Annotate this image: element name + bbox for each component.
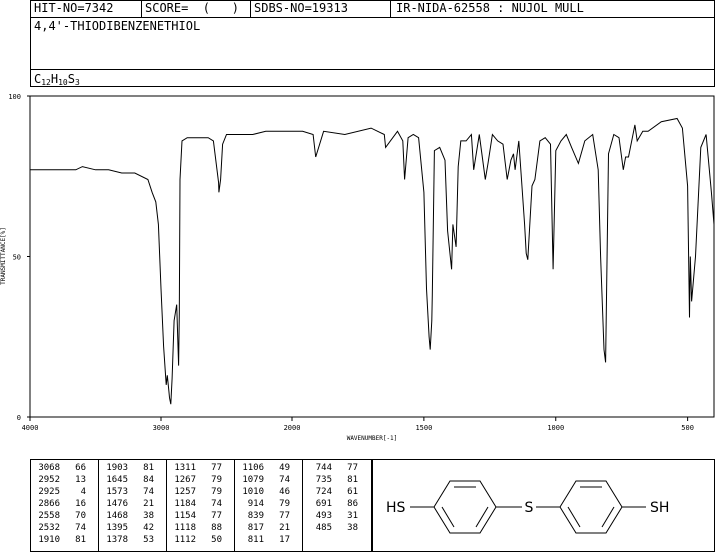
peak-column-divider	[302, 459, 303, 552]
peak-wavenumber: 914	[247, 499, 264, 509]
peak-transmittance: 81	[143, 463, 154, 473]
peak-wavenumber: 1378	[106, 535, 128, 545]
peak-transmittance: 31	[347, 511, 358, 521]
benzene-ring-right	[559, 480, 623, 534]
peak-wavenumber: 1079	[242, 475, 264, 485]
peak-wavenumber: 811	[247, 535, 264, 545]
peak-wavenumber: 3068	[38, 463, 60, 473]
peak-transmittance: 66	[75, 463, 86, 473]
peak-wavenumber: 493	[315, 511, 332, 521]
peak-transmittance: 17	[279, 535, 290, 545]
peak-transmittance: 70	[75, 511, 86, 521]
x-tick-label: 1000	[547, 424, 564, 432]
x-tick-label: 2000	[284, 424, 301, 432]
peak-wavenumber: 2558	[38, 511, 60, 521]
peak-wavenumber: 2952	[38, 475, 60, 485]
peak-wavenumber: 1010	[242, 487, 264, 497]
x-axis-ticks: 4000 3000 2000 1500 1000 500	[22, 417, 694, 432]
bridge-sulfur: S	[525, 500, 534, 516]
peak-transmittance: 88	[211, 523, 222, 533]
peak-wavenumber: 1154	[174, 511, 196, 521]
peak-transmittance: 4	[80, 487, 86, 497]
peak-column-divider	[234, 459, 235, 552]
y-tick-label: 50	[13, 254, 21, 262]
peak-wavenumber: 1112	[174, 535, 196, 545]
peak-transmittance: 74	[211, 499, 222, 509]
peak-transmittance: 79	[211, 475, 222, 485]
y-axis-ticks: 100 50 0	[8, 93, 30, 422]
peak-transmittance: 74	[75, 523, 86, 533]
peak-wavenumber: 839	[247, 511, 264, 521]
peak-transmittance: 74	[279, 475, 290, 485]
y-tick-label: 0	[17, 414, 21, 422]
peak-wavenumber: 485	[315, 523, 332, 533]
x-tick-label: 3000	[153, 424, 170, 432]
peak-wavenumber: 2532	[38, 523, 60, 533]
left-thiol-group: HS	[386, 500, 406, 516]
peak-transmittance: 74	[143, 487, 154, 497]
peak-transmittance: 81	[347, 475, 358, 485]
peak-wavenumber: 1257	[174, 487, 196, 497]
peak-transmittance: 49	[279, 463, 290, 473]
y-axis-label: TRANSMITTANCE[%]	[0, 227, 7, 285]
peak-transmittance: 77	[347, 463, 358, 473]
peak-wavenumber: 1184	[174, 499, 196, 509]
peak-transmittance: 21	[143, 499, 154, 509]
y-tick-label: 100	[8, 93, 21, 101]
peak-wavenumber: 1106	[242, 463, 264, 473]
peak-wavenumber: 2866	[38, 499, 60, 509]
peak-transmittance: 38	[347, 523, 358, 533]
peak-transmittance: 42	[143, 523, 154, 533]
peak-wavenumber: 817	[247, 523, 264, 533]
peak-transmittance: 77	[211, 463, 222, 473]
x-tick-label: 1500	[415, 424, 432, 432]
peak-transmittance: 84	[143, 475, 154, 485]
peak-wavenumber: 1645	[106, 475, 128, 485]
x-tick-label: 4000	[22, 424, 39, 432]
spectrum-line	[30, 117, 715, 405]
peak-column-divider	[166, 459, 167, 552]
peak-wavenumber: 1476	[106, 499, 128, 509]
peak-wavenumber: 1468	[106, 511, 128, 521]
x-tick-label: 500	[681, 424, 694, 432]
peak-wavenumber: 2925	[38, 487, 60, 497]
x-axis-label: WAVENUMBER[-1]	[347, 435, 398, 442]
peak-wavenumber: 691	[315, 499, 332, 509]
peak-transmittance: 77	[211, 511, 222, 521]
peak-transmittance: 86	[347, 499, 358, 509]
peak-wavenumber: 724	[315, 487, 332, 497]
right-thiol-group: SH	[650, 500, 669, 516]
peak-transmittance: 38	[143, 511, 154, 521]
peak-transmittance: 79	[211, 487, 222, 497]
peak-transmittance: 13	[75, 475, 86, 485]
peak-transmittance: 77	[279, 511, 290, 521]
peak-transmittance: 50	[211, 535, 222, 545]
peak-transmittance: 21	[279, 523, 290, 533]
peak-wavenumber: 1311	[174, 463, 196, 473]
peak-wavenumber: 1573	[106, 487, 128, 497]
peak-column-divider	[98, 459, 99, 552]
peak-transmittance: 61	[347, 487, 358, 497]
peak-wavenumber: 1395	[106, 523, 128, 533]
peak-transmittance: 16	[75, 499, 86, 509]
peak-wavenumber: 1267	[174, 475, 196, 485]
benzene-ring-left	[433, 480, 497, 534]
peak-wavenumber: 1118	[174, 523, 196, 533]
peak-transmittance: 81	[75, 535, 86, 545]
peak-transmittance: 53	[143, 535, 154, 545]
ir-spectrum-chart: 100500 4000 3000 2000 1500 1000 500 TRANSMITT…	[0, 93, 715, 442]
peak-wavenumber: 744	[315, 463, 332, 473]
structure-diagram: HS S SH	[386, 480, 669, 534]
peak-wavenumber: 735	[315, 475, 332, 485]
peak-wavenumber: 1910	[38, 535, 60, 545]
peak-wavenumber: 1903	[106, 463, 128, 473]
peak-transmittance: 79	[279, 499, 290, 509]
peak-transmittance: 46	[279, 487, 290, 497]
